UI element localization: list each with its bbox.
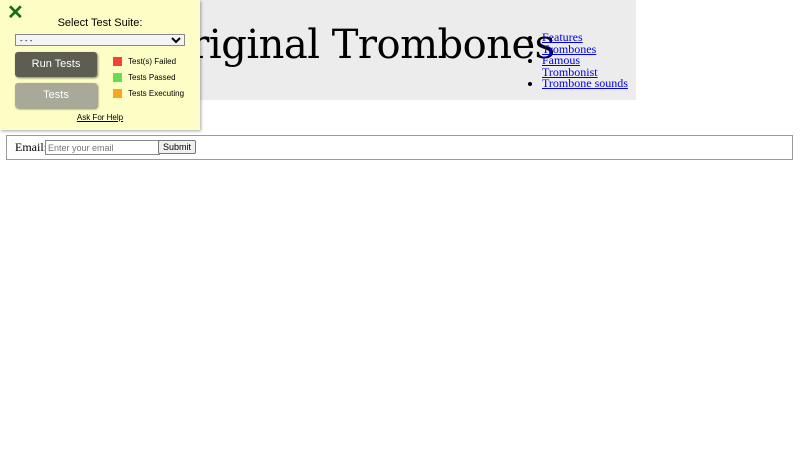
email-label: Email:	[15, 140, 47, 154]
nav-item: Features Trombones	[542, 30, 636, 56]
failed-swatch	[113, 57, 122, 67]
page-title: Original Trombones	[158, 22, 555, 68]
ask-for-help-link[interactable]: Ask For Help	[0, 113, 200, 122]
nav-item: Famous Trombonist	[542, 53, 636, 79]
legend-passed: Tests Passed	[113, 73, 176, 83]
run-tests-button[interactable]: Run Tests	[15, 52, 97, 77]
legend-label: Test(s) Failed	[128, 57, 177, 66]
legend-failed: Test(s) Failed	[113, 57, 177, 67]
submit-button[interactable]: Submit	[158, 140, 197, 154]
test-runner-panel: ✕ Select Test Suite: - - - Run Tests Tes…	[0, 0, 200, 130]
email-input[interactable]	[45, 140, 160, 155]
legend-label: Tests Executing	[128, 89, 185, 98]
legend-label: Tests Passed	[128, 73, 176, 82]
test-suite-title: Select Test Suite:	[57, 17, 143, 29]
email-form: Email: Submit	[6, 135, 793, 160]
passed-swatch	[113, 73, 122, 83]
nav-link-famous[interactable]: Famous Trombonist	[542, 53, 598, 79]
nav-list: Features Trombones Famous Trombonist Tro…	[522, 30, 636, 90]
test-suite-select[interactable]: - - -	[15, 34, 185, 46]
executing-swatch	[113, 89, 122, 99]
legend-executing: Tests Executing	[113, 89, 185, 99]
tests-button[interactable]: Tests	[15, 83, 97, 108]
nav-link-sounds[interactable]: Trombone sounds	[542, 76, 628, 90]
nav-item: Trombone sounds	[542, 76, 636, 90]
nav-link-features[interactable]: Features Trombones	[542, 30, 596, 56]
